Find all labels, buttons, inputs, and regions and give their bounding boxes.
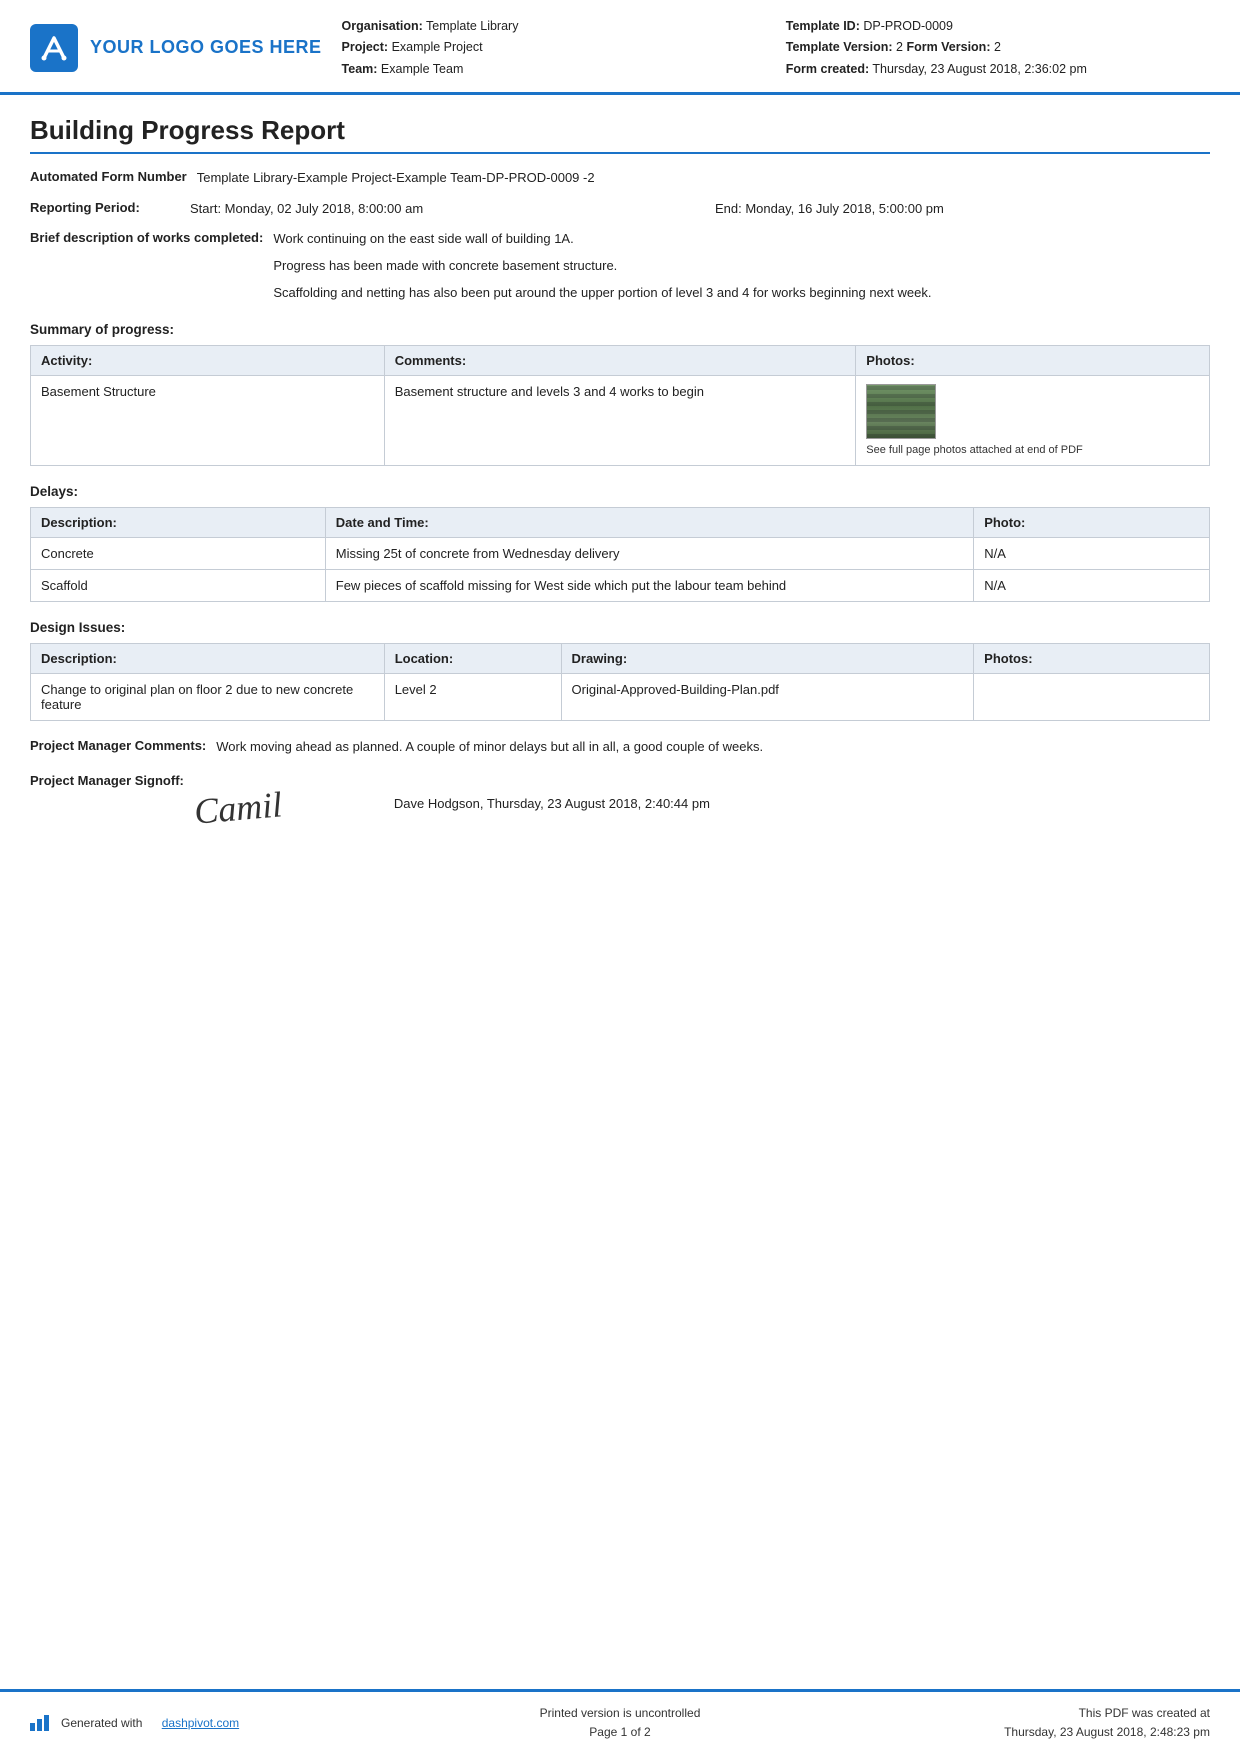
dashpivot-link[interactable]: dashpivot.com [162,1716,239,1730]
summary-section-title: Summary of progress: [30,322,1210,337]
form-version-value: 2 [994,40,1001,54]
form-number-row: Automated Form Number Template Library-E… [30,168,1210,189]
brief-description-row: Brief description of works completed: Wo… [30,229,1210,303]
logo-icon [30,24,78,72]
header-meta-right: Template ID: DP-PROD-0009 Template Versi… [786,16,1210,80]
form-created-value: Thursday, 23 August 2018, 2:36:02 pm [872,62,1087,76]
summary-photos-cell: See full page photos attached at end of … [856,375,1210,465]
brief-description-value: Work continuing on the east side wall of… [273,229,1210,303]
summary-comments-cell: Basement structure and levels 3 and 4 wo… [384,375,856,465]
report-title: Building Progress Report [30,115,1210,154]
brief-line-1: Work continuing on the east side wall of… [273,229,1210,250]
footer-center: Printed version is uncontrolled Page 1 o… [423,1704,816,1742]
form-version-label: Form Version: [906,40,990,54]
reporting-period-end: End: Monday, 16 July 2018, 5:00:00 pm [715,199,1210,220]
header: YOUR LOGO GOES HERE Organisation: Templa… [0,0,1240,95]
generated-text: Generated with [61,1716,142,1730]
header-meta-left: Organisation: Template Library Project: … [342,16,766,80]
reporting-period-label: Reporting Period: [30,199,190,215]
template-version-value: 2 [896,40,903,54]
delays-table: Description: Date and Time: Photo: Concr… [30,507,1210,602]
design-photos-0 [974,674,1210,721]
org-label: Organisation: [342,19,423,33]
pdf-created-text: This PDF was created at [817,1704,1210,1723]
project-value: Example Project [392,40,483,54]
design-issues-table: Description: Location: Drawing: Photos: … [30,643,1210,721]
delays-col-photo: Photo: [974,508,1210,538]
header-meta: Organisation: Template Library Project: … [342,16,1210,80]
project-label: Project: [342,40,389,54]
brief-line-3: Scaffolding and netting has also been pu… [273,283,1210,304]
summary-col-comments: Comments: [384,345,856,375]
brief-description-label: Brief description of works completed: [30,229,273,245]
design-col-description: Description: [31,644,385,674]
signoff-name-date: Dave Hodgson, Thursday, 23 August 2018, … [394,794,710,815]
design-col-drawing: Drawing: [561,644,974,674]
pdf-created-date: Thursday, 23 August 2018, 2:48:23 pm [817,1723,1210,1742]
template-id-value: DP-PROD-0009 [863,19,953,33]
delays-col-date: Date and Time: [325,508,973,538]
form-number-label: Automated Form Number [30,168,197,184]
delays-col-description: Description: [31,508,326,538]
delay-description-1: Scaffold [31,570,326,602]
design-description-0: Change to original plan on floor 2 due t… [31,674,385,721]
team-value: Example Team [381,62,463,76]
org-value: Template Library [426,19,518,33]
table-row: Scaffold Few pieces of scaffold missing … [31,570,1210,602]
summary-table: Activity: Comments: Photos: Basement Str… [30,345,1210,466]
footer-left: Generated with dashpivot.com [30,1715,423,1731]
photo-thumbnail [866,384,936,439]
template-id-label: Template ID: [786,19,860,33]
footer: Generated with dashpivot.com Printed ver… [0,1689,1240,1754]
table-row: Concrete Missing 25t of concrete from We… [31,538,1210,570]
reporting-period-value: Start: Monday, 02 July 2018, 8:00:00 am … [190,199,1210,220]
photo-container: See full page photos attached at end of … [866,384,1199,457]
delay-date-1: Few pieces of scaffold missing for West … [325,570,973,602]
design-location-0: Level 2 [384,674,561,721]
logo-text: YOUR LOGO GOES HERE [90,37,322,58]
manager-comments-label: Project Manager Comments: [30,737,216,753]
uncontrolled-text: Printed version is uncontrolled [423,1704,816,1723]
form-created-label: Form created: [786,62,869,76]
template-version-label: Template Version: [786,40,893,54]
table-row: Basement Structure Basement structure an… [31,375,1210,465]
manager-signoff-label: Project Manager Signoff: [30,772,194,788]
dashpivot-icon [30,1715,49,1731]
team-label: Team: [342,62,378,76]
content: Building Progress Report Automated Form … [0,95,1240,864]
signature-area: Camil Dave Hodgson, Thursday, 23 August … [194,776,1210,834]
reporting-period-start: Start: Monday, 02 July 2018, 8:00:00 am [190,199,685,220]
summary-col-photos: Photos: [856,345,1210,375]
page-text: Page 1 of 2 [423,1723,816,1742]
design-col-location: Location: [384,644,561,674]
brief-line-2: Progress has been made with concrete bas… [273,256,1210,277]
delay-photo-1: N/A [974,570,1210,602]
summary-col-activity: Activity: [31,345,385,375]
reporting-period-row: Reporting Period: Start: Monday, 02 July… [30,199,1210,220]
photo-caption: See full page photos attached at end of … [866,443,1082,457]
delay-date-0: Missing 25t of concrete from Wednesday d… [325,538,973,570]
delay-photo-0: N/A [974,538,1210,570]
design-issues-section-title: Design Issues: [30,620,1210,635]
signature-image: Camil [192,768,376,841]
design-col-photos: Photos: [974,644,1210,674]
logo-area: YOUR LOGO GOES HERE [30,16,322,80]
footer-right: This PDF was created at Thursday, 23 Aug… [817,1704,1210,1742]
delay-description-0: Concrete [31,538,326,570]
delays-section-title: Delays: [30,484,1210,499]
manager-comments-value: Work moving ahead as planned. A couple o… [216,737,1210,758]
summary-activity-cell: Basement Structure [31,375,385,465]
design-drawing-0: Original-Approved-Building-Plan.pdf [561,674,974,721]
photo-thumb-inner [867,385,935,438]
form-number-value: Template Library-Example Project-Example… [197,168,1210,189]
manager-comments-row: Project Manager Comments: Work moving ah… [30,737,1210,758]
manager-signoff-value: Camil Dave Hodgson, Thursday, 23 August … [194,772,1210,834]
manager-signoff-row: Project Manager Signoff: Camil Dave Hodg… [30,772,1210,834]
table-row: Change to original plan on floor 2 due t… [31,674,1210,721]
